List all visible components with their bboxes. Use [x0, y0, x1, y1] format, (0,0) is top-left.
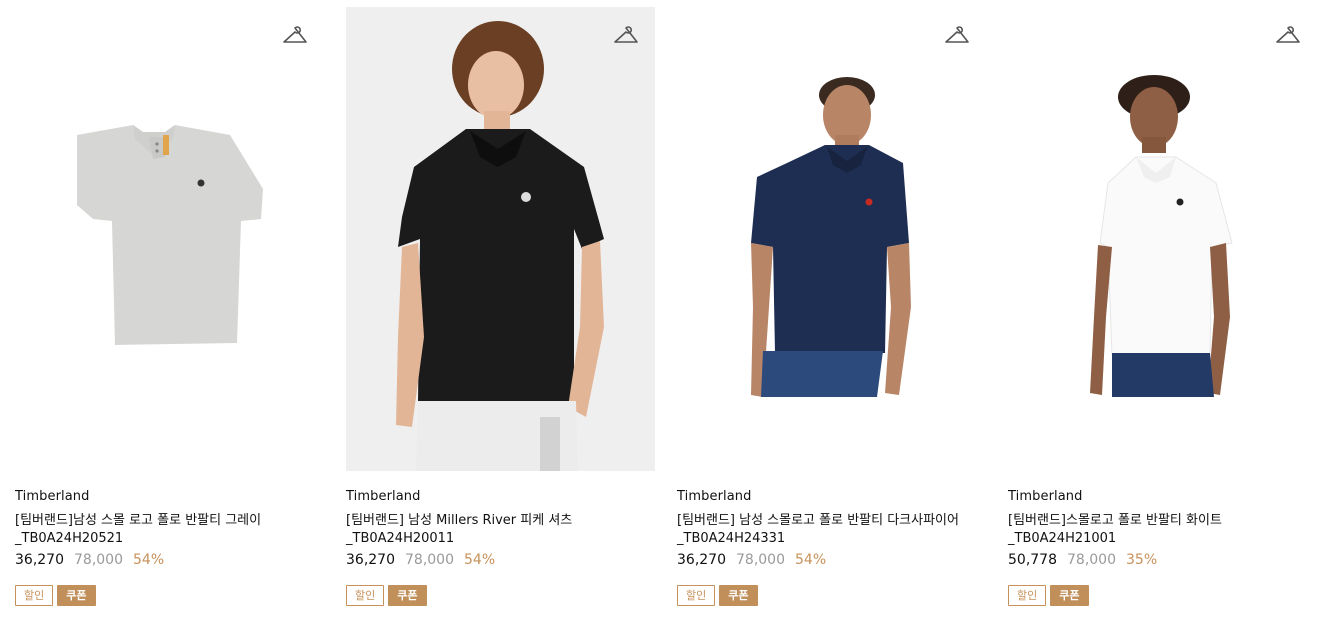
product-brand: Timberland: [677, 489, 752, 504]
hanger-icon[interactable]: [1275, 24, 1301, 48]
discount-badge: 할인: [677, 585, 716, 606]
product-title[interactable]: [팀버랜드]남성 스몰 로고 폴로 반팔티 그레이 _TB0A24H20521: [15, 512, 315, 548]
product-brand: Timberland: [15, 489, 90, 504]
hanger-icon[interactable]: [944, 24, 970, 48]
product-card[interactable]: Timberland [팀버랜드] 남성 스몰로고 폴로 반팔티 다크사파이어 …: [677, 7, 987, 617]
coupon-badge: 쿠폰: [1050, 585, 1089, 606]
original-price: 78,000: [405, 552, 454, 568]
sale-price: 50,778: [1008, 552, 1057, 568]
product-title[interactable]: [팀버랜드] 남성 스몰로고 폴로 반팔티 다크사파이어 _TB0A24H243…: [677, 512, 977, 548]
hanger-icon[interactable]: [282, 24, 308, 48]
badge-list: 할인 쿠폰: [15, 585, 96, 606]
product-image[interactable]: [346, 7, 655, 471]
product-title[interactable]: [팀버랜드]스몰로고 폴로 반팔티 화이트 _TB0A24H21001: [1008, 512, 1308, 548]
product-brand: Timberland: [346, 489, 421, 504]
product-image[interactable]: [1008, 7, 1317, 471]
discount-badge: 할인: [346, 585, 385, 606]
coupon-badge: 쿠폰: [719, 585, 758, 606]
navy-polo-model-photo: [751, 77, 911, 397]
badge-list: 할인 쿠폰: [346, 585, 427, 606]
product-image[interactable]: [677, 7, 986, 471]
grey-polo-photo: [77, 125, 263, 345]
product-grid: Timberland [팀버랜드]남성 스몰 로고 폴로 반팔티 그레이 _TB…: [0, 0, 1320, 628]
badge-list: 할인 쿠폰: [677, 585, 758, 606]
product-brand: Timberland: [1008, 489, 1083, 504]
product-card[interactable]: Timberland [팀버랜드] 남성 Millers River 피케 셔츠…: [346, 7, 656, 617]
original-price: 78,000: [736, 552, 785, 568]
discount-badge: 할인: [1008, 585, 1047, 606]
product-card[interactable]: Timberland [팀버랜드]스몰로고 폴로 반팔티 화이트 _TB0A24…: [1008, 7, 1318, 617]
original-price: 78,000: [74, 552, 123, 568]
sale-price: 36,270: [346, 552, 395, 568]
discount-badge: 할인: [15, 585, 54, 606]
product-title[interactable]: [팀버랜드] 남성 Millers River 피케 셔츠 _TB0A24H20…: [346, 512, 646, 548]
white-polo-model-photo: [1090, 75, 1233, 397]
coupon-badge: 쿠폰: [57, 585, 96, 606]
coupon-badge: 쿠폰: [388, 585, 427, 606]
black-polo-model-photo: [396, 21, 604, 471]
hanger-icon[interactable]: [613, 24, 639, 48]
sale-price: 36,270: [677, 552, 726, 568]
price-row: 36,270 78,000 54%: [346, 552, 495, 568]
discount-rate: 54%: [464, 552, 496, 568]
badge-list: 할인 쿠폰: [1008, 585, 1089, 606]
discount-rate: 35%: [1126, 552, 1158, 568]
sale-price: 36,270: [15, 552, 64, 568]
original-price: 78,000: [1067, 552, 1116, 568]
product-card[interactable]: Timberland [팀버랜드]남성 스몰 로고 폴로 반팔티 그레이 _TB…: [15, 7, 325, 617]
price-row: 36,270 78,000 54%: [15, 552, 164, 568]
discount-rate: 54%: [795, 552, 827, 568]
product-image[interactable]: [15, 7, 324, 471]
price-row: 36,270 78,000 54%: [677, 552, 826, 568]
discount-rate: 54%: [133, 552, 165, 568]
price-row: 50,778 78,000 35%: [1008, 552, 1157, 568]
